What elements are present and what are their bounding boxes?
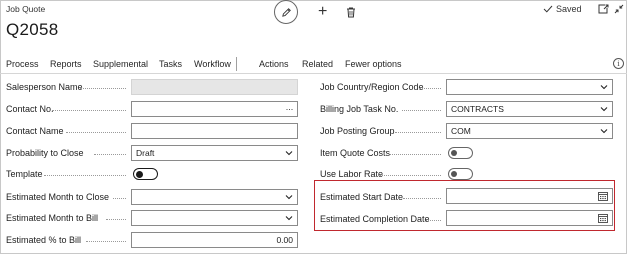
leader-dots <box>403 198 441 199</box>
chevron-down-icon <box>285 195 293 200</box>
calendar-icon[interactable] <box>598 191 608 201</box>
contact-no-label: Contact No. <box>6 104 54 114</box>
toggle-knob <box>451 171 457 177</box>
use-labor-rate-label: Use Labor Rate <box>320 169 384 179</box>
info-icon[interactable]: i <box>613 58 624 69</box>
page-title: Q2058 <box>6 20 59 39</box>
contact-name-field[interactable] <box>131 123 298 139</box>
entity-type-label: Job Quote <box>6 4 46 14</box>
salesperson-name-field <box>131 79 298 95</box>
action-separator <box>236 57 237 71</box>
calendar-icon[interactable] <box>598 213 608 223</box>
checkmark-icon <box>543 5 553 13</box>
action-actions[interactable]: Actions <box>259 59 289 69</box>
saved-status: Saved <box>543 4 582 14</box>
toggle-knob <box>451 150 457 156</box>
collapse-button[interactable] <box>614 4 624 16</box>
job-country-region-code-select[interactable] <box>446 79 613 95</box>
estimated-completion-date-field[interactable] <box>446 210 613 226</box>
leader-dots <box>44 175 126 176</box>
leader-dots <box>113 198 126 199</box>
estimated-month-to-close-select[interactable] <box>131 189 298 205</box>
chevron-down-icon <box>600 107 608 112</box>
estimated-pct-to-bill-field[interactable]: 0.00 <box>131 232 298 248</box>
job-posting-group-label: Job Posting Group <box>320 126 395 136</box>
leader-dots <box>106 219 126 220</box>
edit-button[interactable] <box>274 0 298 24</box>
trash-icon <box>347 7 356 17</box>
new-button[interactable]: + <box>318 4 327 20</box>
leader-dots <box>390 154 441 155</box>
contact-no-field[interactable]: ··· <box>131 101 298 117</box>
chevron-down-icon <box>285 216 293 221</box>
estimated-month-to-close-label: Estimated Month to Close <box>6 192 110 202</box>
leader-dots <box>52 110 126 111</box>
estimated-month-to-bill-label: Estimated Month to Bill <box>6 213 99 223</box>
estimated-completion-date-label: Estimated Completion Date <box>320 214 430 224</box>
delete-button[interactable] <box>346 7 356 18</box>
leader-dots <box>380 175 441 176</box>
use-labor-rate-toggle[interactable] <box>448 168 473 180</box>
contact-name-label: Contact Name <box>6 126 64 136</box>
chevron-down-icon <box>600 129 608 134</box>
leader-dots <box>94 154 126 155</box>
action-reports[interactable]: Reports <box>50 59 82 69</box>
leader-dots <box>80 88 126 89</box>
probability-to-close-label: Probability to Close <box>6 148 84 158</box>
job-posting-group-select[interactable]: COM <box>446 123 613 139</box>
open-new-window-button[interactable] <box>598 4 609 16</box>
estimated-month-to-bill-select[interactable] <box>131 210 298 226</box>
header-toolbar: + <box>274 0 356 24</box>
action-related[interactable]: Related <box>302 59 333 69</box>
estimated-start-date-field[interactable] <box>446 188 613 204</box>
plus-icon: + <box>318 3 328 20</box>
template-label: Template <box>6 169 43 179</box>
leader-dots <box>426 220 441 221</box>
estimated-start-date-label: Estimated Start Date <box>320 192 404 202</box>
leader-dots <box>402 110 441 111</box>
lookup-ellipsis-button[interactable]: ··· <box>286 104 294 114</box>
billing-job-task-no-select[interactable]: CONTRACTS <box>446 101 613 117</box>
popout-icon <box>598 4 609 14</box>
action-tasks[interactable]: Tasks <box>159 59 182 69</box>
collapse-arrows-icon <box>614 4 624 14</box>
leader-dots <box>395 132 441 133</box>
action-bar-divider <box>0 73 627 74</box>
template-toggle[interactable] <box>133 168 158 180</box>
chevron-down-icon <box>600 85 608 90</box>
pencil-icon <box>281 7 291 17</box>
item-quote-costs-label: Item Quote Costs <box>320 148 391 158</box>
saved-label: Saved <box>556 4 582 14</box>
leader-dots <box>86 241 126 242</box>
estimated-pct-to-bill-label: Estimated % to Bill <box>6 235 82 245</box>
action-fewer-options[interactable]: Fewer options <box>345 59 402 69</box>
chevron-down-icon <box>285 151 293 156</box>
action-process[interactable]: Process <box>6 59 39 69</box>
toggle-knob <box>136 170 143 178</box>
probability-to-close-select[interactable]: Draft <box>131 145 298 161</box>
action-workflow[interactable]: Workflow <box>194 59 231 69</box>
billing-job-task-no-label: Billing Job Task No. <box>320 104 399 114</box>
job-country-region-code-label: Job Country/Region Code <box>320 82 424 92</box>
salesperson-name-label: Salesperson Name <box>6 82 83 92</box>
action-supplemental[interactable]: Supplemental <box>93 59 148 69</box>
leader-dots <box>419 88 441 89</box>
leader-dots <box>66 132 126 133</box>
action-bar: Process Reports Supplemental Tasks Workf… <box>0 54 627 74</box>
item-quote-costs-toggle[interactable] <box>448 147 473 159</box>
